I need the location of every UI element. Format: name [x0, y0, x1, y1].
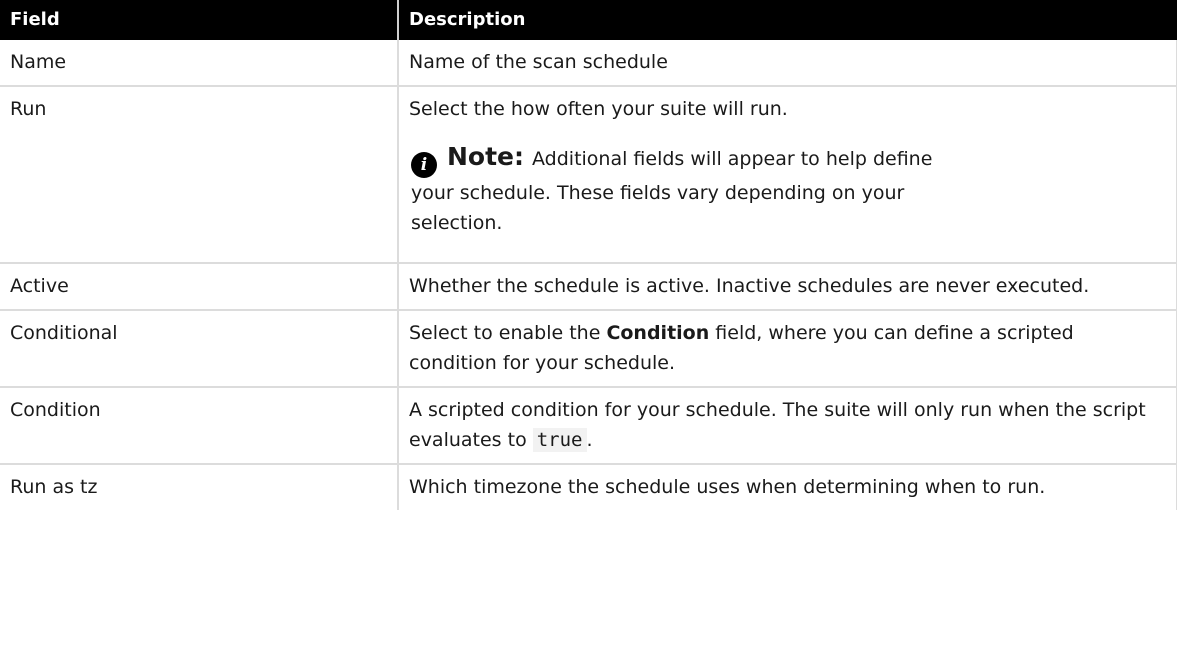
table-header: Field Description	[0, 0, 1177, 40]
field-cell: Conditional	[0, 310, 399, 388]
description-text-start: Select to enable the	[409, 322, 607, 344]
table-header-row: Field Description	[0, 0, 1177, 40]
description-cell: Whether the schedule is active. Inactive…	[398, 263, 1177, 311]
table-row: Condition A scripted condition for your …	[0, 387, 1177, 465]
description-cell: Select to enable the Condition field, wh…	[398, 310, 1177, 388]
field-cell: Condition	[0, 387, 399, 465]
description-cell: A scripted condition for your schedule. …	[398, 387, 1177, 465]
note-callout: i Note: Additional fields will appear to h…	[409, 142, 971, 238]
header-field: Field	[0, 0, 399, 40]
field-cell: Active	[0, 263, 399, 311]
code-true: true	[532, 428, 587, 452]
description-text: Select the how often your suite will run…	[409, 98, 788, 120]
description-text-end: .	[586, 429, 593, 451]
field-description-table: Field Description Name Name of the scan …	[0, 0, 1177, 510]
description-text-start: A scripted condition for your schedule. …	[409, 399, 1146, 451]
table-body: Name Name of the scan schedule Run Selec…	[0, 40, 1177, 510]
condition-term: Condition	[606, 322, 710, 344]
description-cell: Which timezone the schedule uses when de…	[398, 464, 1177, 510]
table-row: Run as tz Which timezone the schedule us…	[0, 464, 1177, 510]
table-row: Run Select the how often your suite will…	[0, 86, 1177, 264]
description-cell: Select the how often your suite will run…	[398, 86, 1177, 264]
table-row: Name Name of the scan schedule	[0, 40, 1177, 87]
table-row: Conditional Select to enable the Conditi…	[0, 310, 1177, 388]
field-cell: Name	[0, 40, 399, 87]
note-label: Note:	[447, 142, 525, 171]
table-row: Active Whether the schedule is active. I…	[0, 263, 1177, 311]
header-description: Description	[398, 0, 1177, 40]
description-cell: Name of the scan schedule	[398, 40, 1177, 87]
info-icon: i	[411, 152, 437, 178]
field-cell: Run as tz	[0, 464, 399, 510]
field-cell: Run	[0, 86, 399, 264]
